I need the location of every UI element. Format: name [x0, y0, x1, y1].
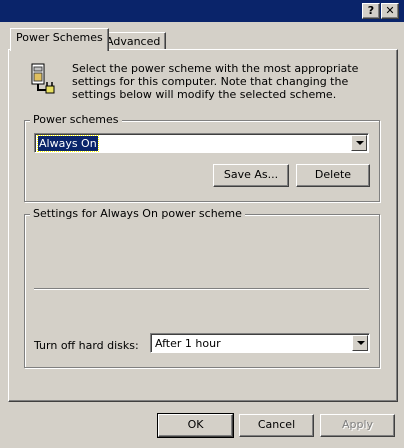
apply-label: Apply: [341, 418, 374, 431]
title-bar: ? ✕: [0, 0, 404, 22]
ok-button[interactable]: OK: [157, 413, 234, 438]
ok-label: OK: [187, 418, 204, 431]
hard-disks-select[interactable]: After 1 hour: [150, 333, 370, 353]
help-button[interactable]: ?: [362, 3, 380, 19]
delete-label: Delete: [314, 168, 352, 181]
tab-power-schemes[interactable]: Power Schemes: [10, 28, 109, 51]
hard-disks-value: After 1 hour: [155, 337, 221, 350]
tab-advanced[interactable]: Advanced: [100, 32, 167, 50]
settings-group-label: Settings for Always On power scheme: [30, 207, 245, 220]
close-button[interactable]: ✕: [381, 3, 399, 19]
power-scheme-selected-value: Always On: [37, 135, 99, 152]
power-plug-icon: [24, 58, 56, 94]
settings-divider: [34, 288, 369, 290]
power-scheme-select[interactable]: Always On: [34, 133, 369, 153]
save-as-button[interactable]: Save As...: [213, 164, 289, 187]
dropdown-arrow-icon[interactable]: [352, 335, 368, 351]
delete-button[interactable]: Delete: [296, 164, 370, 187]
cancel-button[interactable]: Cancel: [239, 414, 314, 437]
apply-button[interactable]: Apply: [320, 414, 395, 437]
cancel-label: Cancel: [257, 418, 296, 431]
power-schemes-group-label: Power schemes: [30, 113, 122, 126]
active-tab-join: [11, 49, 99, 51]
description-text: Select the power scheme with the most ap…: [72, 62, 359, 101]
tab-power-schemes-label: Power Schemes: [16, 31, 103, 44]
tab-advanced-label: Advanced: [106, 35, 161, 48]
save-as-label: Save As...: [223, 168, 279, 181]
dropdown-arrow-icon[interactable]: [351, 135, 367, 151]
hard-disks-label: Turn off hard disks:: [34, 339, 139, 352]
